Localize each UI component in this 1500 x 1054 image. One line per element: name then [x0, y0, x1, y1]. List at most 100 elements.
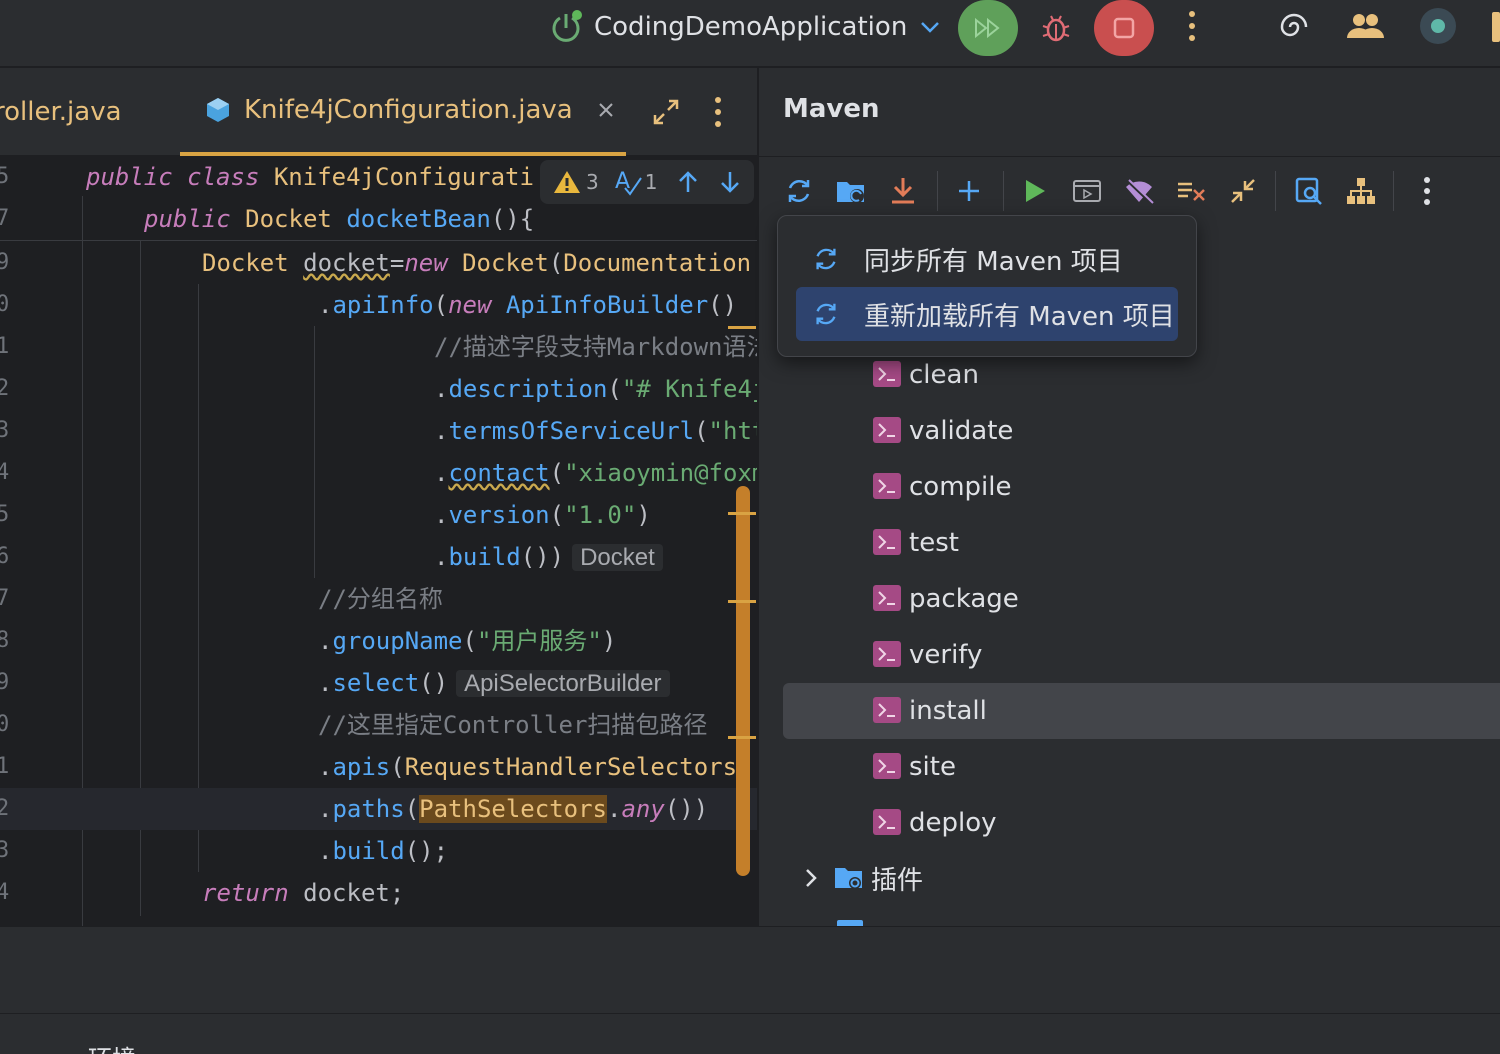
code-line[interactable]: 9 Docket docket=new Docket(Documentation	[0, 242, 757, 284]
generate-sources-button[interactable]	[835, 175, 867, 207]
code-line[interactable]: 2 .description("# Knife4j	[0, 368, 757, 410]
lifecycle-goal-label: package	[909, 584, 1019, 614]
code-token: .	[434, 459, 449, 487]
download-icon	[892, 178, 914, 204]
download-sources-button[interactable]	[887, 175, 919, 207]
reload-button[interactable]	[783, 175, 815, 207]
code-line[interactable]: 1 .apis(RequestHandlerSelectors.	[0, 746, 757, 788]
code-token: ()	[708, 291, 738, 319]
run-button[interactable]	[958, 0, 1018, 56]
code-line[interactable]: 3 .build();	[0, 830, 757, 872]
lifecycle-goal-validate[interactable]: validate	[759, 403, 1500, 459]
code-line[interactable]: 9 .select() ApiSelectorBuilder	[0, 662, 757, 704]
lifecycle-goal-test[interactable]: test	[759, 515, 1500, 571]
stop-button[interactable]	[1094, 0, 1154, 56]
line-number: 3	[0, 418, 10, 443]
maven-more-button[interactable]	[1411, 175, 1443, 207]
execute-goal-button[interactable]	[1071, 175, 1103, 207]
add-project-button[interactable]	[953, 175, 985, 207]
code-line[interactable]: 2 .paths(PathSelectors.any())	[0, 788, 757, 830]
tab-more-button[interactable]	[708, 96, 728, 128]
ai-assistant-button[interactable]	[1276, 10, 1312, 44]
error-stripe-mark	[728, 736, 756, 739]
run-config-selector[interactable]: CodingDemoApplication	[550, 6, 943, 48]
typo-count: 1	[644, 170, 658, 194]
error-stripe-mark	[728, 326, 756, 329]
code-with-me-button[interactable]	[1346, 10, 1384, 44]
code-token: )	[636, 501, 651, 529]
line-number: 4	[0, 880, 10, 905]
dependencies-node-partial[interactable]	[833, 918, 1133, 926]
arrow-down-icon[interactable]	[719, 170, 741, 194]
code-token: Knife4jConfigurati	[273, 163, 534, 191]
code-token: .	[318, 837, 333, 865]
analyze-dependencies-button[interactable]	[1293, 175, 1325, 207]
editor-tab-bar: roller.java Knife4jConfiguration.java	[0, 68, 757, 156]
close-icon[interactable]	[597, 101, 615, 119]
code-token: public	[86, 163, 188, 191]
plugins-folder-icon	[835, 868, 862, 889]
code-line[interactable]: 4 .contact("xiaoymin@foxm	[0, 452, 757, 494]
expand-icon	[653, 99, 679, 125]
chevron-right-icon[interactable]	[801, 866, 821, 890]
code-text: .contact("xiaoymin@foxm	[434, 452, 757, 494]
scrollbar-thumb[interactable]	[736, 486, 750, 876]
skip-tests-icon	[1178, 182, 1205, 201]
code-line[interactable]: 5 .version("1.0")	[0, 494, 757, 536]
code-token: .	[318, 753, 333, 781]
chevron-down-icon	[921, 22, 940, 33]
maven-goal-icon	[873, 361, 901, 387]
code-line[interactable]: 7 //分组名称	[0, 578, 757, 620]
code-token: .	[318, 627, 333, 655]
code-line[interactable]: 3.termsOfServiceUrl("htt	[0, 410, 757, 452]
menu-item-reload-all[interactable]: 重新加载所有 Maven 项目	[796, 287, 1178, 341]
code-line[interactable]: 8 .groupName("用户服务")	[0, 620, 757, 662]
lifecycle-goal-verify[interactable]: verify	[759, 627, 1500, 683]
toggle-offline-button[interactable]	[1123, 175, 1155, 207]
toolbar-separator	[1393, 171, 1394, 211]
maven-goal-icon	[873, 417, 901, 443]
skip-tests-button[interactable]	[1175, 175, 1207, 207]
maven-goal-icon	[873, 697, 901, 723]
code-line[interactable]: 7 public Docket docketBean(){	[0, 198, 757, 240]
collapse-all-button[interactable]	[1227, 175, 1259, 207]
lifecycle-goal-deploy[interactable]: deploy	[759, 795, 1500, 851]
code-editor[interactable]: 5 public class Knife4jConfigurati 7 public …	[0, 156, 757, 926]
more-actions-button[interactable]	[1182, 10, 1202, 44]
settings-partial-icon[interactable]	[1492, 12, 1500, 42]
lifecycle-goal-label: compile	[909, 472, 1012, 502]
maximize-editor-button[interactable]	[652, 98, 680, 126]
error-stripe-mark	[728, 512, 756, 515]
code-token: Documentation	[563, 249, 752, 277]
code-text: public class Knife4jConfigurati	[86, 156, 534, 198]
code-line[interactable]: 4 return docket;	[0, 872, 757, 914]
code-token: .	[318, 291, 333, 319]
inspection-widget[interactable]: 3 A 1	[540, 160, 754, 204]
lifecycle-goal-compile[interactable]: compile	[759, 459, 1500, 515]
terminal-window-icon	[1073, 180, 1101, 202]
code-line[interactable]: 1 //描述字段支持Markdown语法	[0, 326, 757, 368]
lifecycle-goal-site[interactable]: site	[759, 739, 1500, 795]
code-text: .build()) Docket	[434, 536, 663, 579]
user-avatar[interactable]	[1420, 8, 1456, 44]
code-text: //描述字段支持Markdown语法	[434, 326, 757, 368]
plugins-node[interactable]: 插件	[759, 850, 1500, 906]
show-diagram-button[interactable]	[1345, 175, 1377, 207]
code-token: ApiInfoBuilder	[505, 291, 709, 319]
code-line[interactable]: 0 .apiInfo(new ApiInfoBuilder()	[0, 284, 757, 326]
code-token: docketBean	[346, 205, 491, 233]
run-goal-button[interactable]	[1019, 175, 1051, 207]
warning-icon	[554, 171, 580, 193]
menu-item-sync-all[interactable]: 同步所有 Maven 项目	[796, 232, 1178, 286]
tab-knife4j-configuration[interactable]: Knife4jConfiguration.java	[180, 68, 626, 156]
inlay-type-hint: ApiSelectorBuilder	[456, 670, 670, 697]
tab-controller-java[interactable]: roller.java	[0, 68, 122, 156]
arrow-up-icon[interactable]	[677, 170, 699, 194]
lifecycle-goal-install[interactable]: install	[783, 683, 1500, 739]
debug-button[interactable]	[1040, 12, 1072, 44]
code-token: ()	[419, 669, 449, 697]
code-line[interactable]: 6 .build()) Docket	[0, 536, 757, 578]
environment-node-partial[interactable]: 环境	[46, 1045, 166, 1054]
code-line[interactable]: 0 //这里指定Controller扫描包路径	[0, 704, 757, 746]
lifecycle-goal-package[interactable]: package	[759, 571, 1500, 627]
